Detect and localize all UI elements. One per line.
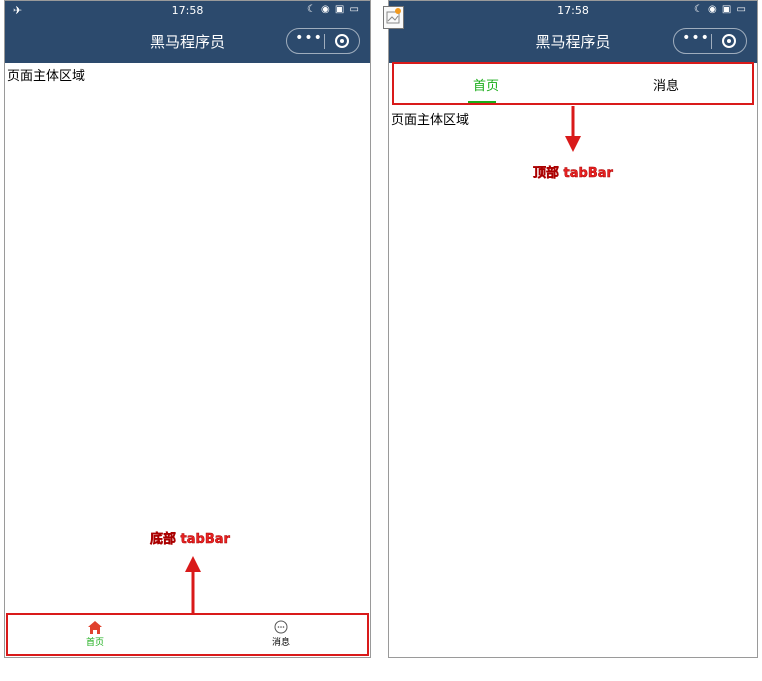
top-tabbar-label: 顶部 tabBar — [533, 166, 613, 182]
capsule-menu[interactable]: ••• — [286, 28, 360, 54]
bottom-tabbar-label: 底部 tabBar — [150, 532, 230, 548]
notification-image-icon — [383, 6, 404, 29]
status-bar: ✈ 17:58 ☾ ◉ ▣ ▭ — [5, 4, 370, 20]
broken-image-icon — [386, 8, 401, 24]
more-icon[interactable]: ••• — [295, 30, 323, 46]
capsule-divider — [711, 34, 712, 49]
status-right-icons: ☾ ◉ ▣ ▭ — [306, 4, 360, 15]
navigation-bar: ✈ 17:58 ☾ ◉ ▣ ▭ 黑马程序员 ••• — [5, 1, 370, 63]
page-body-text: 页面主体区域 — [7, 69, 86, 84]
capsule-divider — [324, 34, 325, 49]
page-body-text: 页面主体区域 — [391, 113, 470, 128]
close-miniprogram-icon[interactable] — [722, 34, 736, 48]
top-tabbar-highlight — [392, 62, 754, 105]
more-icon[interactable]: ••• — [682, 30, 710, 46]
close-miniprogram-icon[interactable] — [335, 34, 349, 48]
navigation-bar: 17:58 ☾ ◉ ▣ ▭ 黑马程序员 ••• — [389, 1, 757, 63]
status-right-icons: ☾ ◉ ▣ ▭ — [693, 4, 747, 15]
status-bar: 17:58 ☾ ◉ ▣ ▭ — [389, 4, 757, 20]
arrow-down-icon — [565, 106, 581, 152]
capsule-menu[interactable]: ••• — [673, 28, 747, 54]
arrow-up-icon — [185, 556, 201, 614]
bottom-tabbar-highlight — [6, 613, 369, 656]
